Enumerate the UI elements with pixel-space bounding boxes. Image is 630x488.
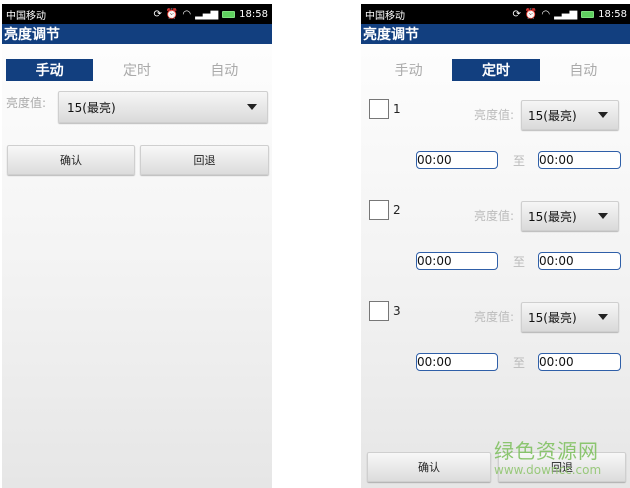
carrier-label: 中国移动 bbox=[6, 10, 46, 22]
phone-screen-manual: 中国移动 ⟳ ⏰ ◠ ▂▄▆ 18:58 亮度调节 手动 定时 自动 亮度值: … bbox=[2, 4, 272, 488]
tab-timer[interactable]: 定时 bbox=[452, 59, 540, 81]
tab-timer[interactable]: 定时 bbox=[93, 59, 180, 81]
slot-2-brightness-select[interactable]: 15(最亮) bbox=[521, 201, 619, 231]
mode-tabs: 手动 定时 自动 bbox=[6, 59, 268, 81]
dropdown-arrow-icon bbox=[598, 314, 608, 320]
slot-3-brightness-value: 15(最亮) bbox=[528, 310, 577, 325]
app-title: 亮度调节 bbox=[4, 27, 60, 43]
tab-manual[interactable]: 手动 bbox=[6, 59, 94, 81]
slot-3-number: 3 bbox=[393, 304, 401, 318]
brightness-value: 15(最亮) bbox=[67, 100, 116, 115]
confirm-button[interactable]: 确认 bbox=[367, 452, 491, 482]
slot-1-number: 1 bbox=[393, 102, 401, 116]
alarm-icon: ⏰ bbox=[165, 8, 179, 20]
slot-1-start-time[interactable]: 00:00 bbox=[416, 151, 498, 169]
sync-icon: ⟳ bbox=[512, 8, 521, 20]
battery-icon bbox=[222, 10, 236, 18]
dropdown-arrow-icon bbox=[598, 213, 608, 219]
wifi-icon: ◠ bbox=[182, 8, 192, 20]
phone-screen-timer: 中国移动 ⟳ ⏰ ◠ ▂▄▆ 18:58 亮度调节 手动 定时 自动 1 亮度值… bbox=[361, 4, 630, 488]
dropdown-arrow-icon bbox=[598, 112, 608, 118]
signal-icon: ▂▄▆ bbox=[195, 8, 219, 20]
back-button[interactable]: 回退 bbox=[498, 452, 626, 482]
signal-icon: ▂▄▆ bbox=[554, 8, 578, 20]
tab-auto[interactable]: 自动 bbox=[540, 59, 627, 81]
mode-tabs: 手动 定时 自动 bbox=[365, 59, 627, 81]
slot-2-brightness-label: 亮度值: bbox=[474, 209, 515, 223]
back-button[interactable]: 回退 bbox=[140, 145, 269, 175]
slot-1-end-time[interactable]: 00:00 bbox=[538, 151, 621, 169]
status-bar: 中国移动 ⟳ ⏰ ◠ ▂▄▆ 18:58 bbox=[2, 4, 272, 24]
brightness-row: 亮度值: 15(最亮) bbox=[6, 91, 268, 125]
slot-1-checkbox[interactable] bbox=[369, 99, 389, 119]
alarm-icon: ⏰ bbox=[524, 8, 538, 20]
carrier-label: 中国移动 bbox=[365, 10, 405, 22]
slot-1-brightness-value: 15(最亮) bbox=[528, 108, 577, 123]
app-title-bar: 亮度调节 bbox=[2, 24, 272, 44]
wifi-icon: ◠ bbox=[541, 8, 551, 20]
slot-3-end-time[interactable]: 00:00 bbox=[538, 353, 621, 371]
slot-3-start-time[interactable]: 00:00 bbox=[416, 353, 498, 371]
sync-icon: ⟳ bbox=[153, 8, 162, 20]
slot-2-end-time[interactable]: 00:00 bbox=[538, 252, 621, 270]
clock: 18:58 bbox=[598, 8, 627, 20]
slot-2-number: 2 bbox=[393, 203, 401, 217]
tab-auto[interactable]: 自动 bbox=[181, 59, 268, 81]
slot-2-brightness-value: 15(最亮) bbox=[528, 209, 577, 224]
battery-icon bbox=[581, 10, 595, 18]
slot-3-to-label: 至 bbox=[513, 356, 526, 370]
status-bar: 中国移动 ⟳ ⏰ ◠ ▂▄▆ 18:58 bbox=[361, 4, 630, 24]
slot-3-checkbox[interactable] bbox=[369, 301, 389, 321]
slot-2-checkbox[interactable] bbox=[369, 200, 389, 220]
slot-1-brightness-label: 亮度值: bbox=[474, 108, 515, 122]
slot-3-brightness-select[interactable]: 15(最亮) bbox=[521, 302, 619, 332]
slot-2-to-label: 至 bbox=[513, 255, 526, 269]
app-title: 亮度调节 bbox=[363, 27, 419, 43]
slot-1-brightness-select[interactable]: 15(最亮) bbox=[521, 100, 619, 130]
brightness-label: 亮度值: bbox=[6, 96, 47, 110]
dropdown-arrow-icon bbox=[247, 104, 257, 110]
slot-3-brightness-label: 亮度值: bbox=[474, 310, 515, 324]
clock: 18:58 bbox=[239, 8, 268, 20]
brightness-select[interactable]: 15(最亮) bbox=[58, 91, 268, 123]
tab-manual[interactable]: 手动 bbox=[365, 59, 452, 81]
confirm-button[interactable]: 确认 bbox=[7, 145, 135, 175]
slot-2-start-time[interactable]: 00:00 bbox=[416, 252, 498, 270]
app-title-bar: 亮度调节 bbox=[361, 24, 630, 44]
slot-1-to-label: 至 bbox=[513, 154, 526, 168]
